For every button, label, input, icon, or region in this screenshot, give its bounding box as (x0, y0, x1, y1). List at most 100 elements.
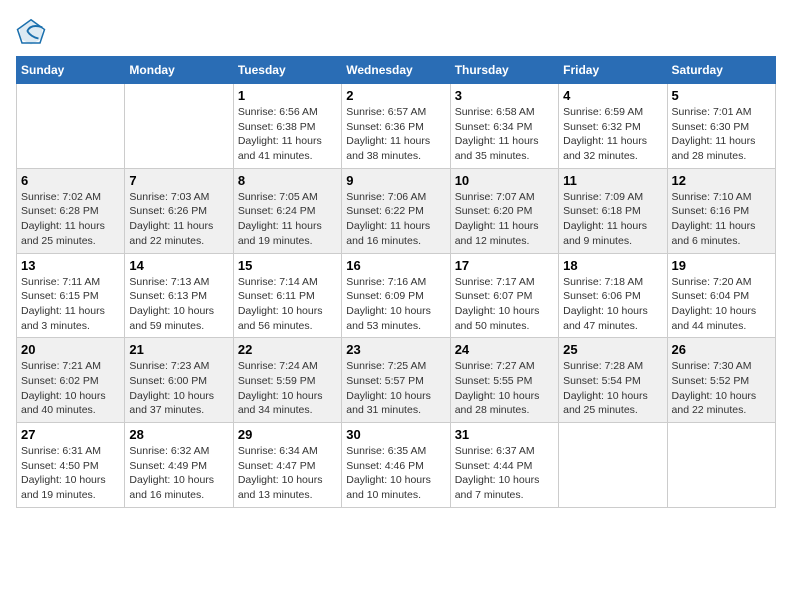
calendar-cell: 15Sunrise: 7:14 AMSunset: 6:11 PMDayligh… (233, 253, 341, 338)
day-info: Sunrise: 7:23 AMSunset: 6:00 PMDaylight:… (129, 359, 228, 418)
day-number: 13 (21, 258, 120, 273)
day-info: Sunrise: 6:31 AMSunset: 4:50 PMDaylight:… (21, 444, 120, 503)
calendar-cell: 5 Sunrise: 7:01 AMSunset: 6:30 PMDaylight… (667, 84, 775, 169)
calendar-cell (559, 423, 667, 508)
calendar-cell (125, 84, 233, 169)
day-info: Sunrise: 7:01 AMSunset: 6:30 PMDaylight:… (672, 105, 771, 164)
calendar-table: SundayMondayTuesdayWednesdayThursdayFrid… (16, 56, 776, 508)
calendar-cell: 22 Sunrise: 7:24 AMSunset: 5:59 PMDayligh… (233, 338, 341, 423)
day-number: 2 (346, 88, 445, 103)
calendar-cell: 13 Sunrise: 7:11 AMSunset: 6:15 PMDayligh… (17, 253, 125, 338)
day-info: Sunrise: 7:02 AMSunset: 6:28 PMDaylight:… (21, 190, 120, 249)
day-number: 26 (672, 342, 771, 357)
day-info: Sunrise: 7:13 AMSunset: 6:13 PMDaylight:… (129, 275, 228, 334)
day-number: 11 (563, 173, 662, 188)
calendar-cell: 16Sunrise: 7:16 AMSunset: 6:09 PMDayligh… (342, 253, 450, 338)
day-number: 14 (129, 258, 228, 273)
day-number: 22 (238, 342, 337, 357)
calendar-cell: 29 Sunrise: 6:34 AMSunset: 4:47 PMDayligh… (233, 423, 341, 508)
day-info: Sunrise: 7:20 AMSunset: 6:04 PMDaylight:… (672, 275, 771, 334)
calendar-cell: 24Sunrise: 7:27 AMSunset: 5:55 PMDayligh… (450, 338, 558, 423)
calendar-cell: 31 Sunrise: 6:37 AMSunset: 4:44 PMDayligh… (450, 423, 558, 508)
day-info: Sunrise: 7:17 AMSunset: 6:07 PMDaylight:… (455, 275, 554, 334)
day-number: 31 (455, 427, 554, 442)
calendar-cell: 1 Sunrise: 6:56 AMSunset: 6:38 PMDaylight… (233, 84, 341, 169)
day-number: 29 (238, 427, 337, 442)
day-number: 8 (238, 173, 337, 188)
calendar-cell (667, 423, 775, 508)
day-info: Sunrise: 6:58 AMSunset: 6:34 PMDaylight:… (455, 105, 554, 164)
calendar-cell: 6 Sunrise: 7:02 AMSunset: 6:28 PMDaylight… (17, 168, 125, 253)
day-info: Sunrise: 7:14 AMSunset: 6:11 PMDaylight:… (238, 275, 337, 334)
calendar-cell: 3 Sunrise: 6:58 AMSunset: 6:34 PMDaylight… (450, 84, 558, 169)
day-number: 5 (672, 88, 771, 103)
calendar-cell: 21Sunrise: 7:23 AMSunset: 6:00 PMDayligh… (125, 338, 233, 423)
day-number: 4 (563, 88, 662, 103)
calendar-cell: 8 Sunrise: 7:05 AMSunset: 6:24 PMDaylight… (233, 168, 341, 253)
day-info: Sunrise: 7:06 AMSunset: 6:22 PMDaylight:… (346, 190, 445, 249)
calendar-cell: 23 Sunrise: 7:25 AMSunset: 5:57 PMDayligh… (342, 338, 450, 423)
calendar-cell: 26 Sunrise: 7:30 AMSunset: 5:52 PMDayligh… (667, 338, 775, 423)
calendar-cell: 17 Sunrise: 7:17 AMSunset: 6:07 PMDayligh… (450, 253, 558, 338)
day-info: Sunrise: 7:16 AMSunset: 6:09 PMDaylight:… (346, 275, 445, 334)
calendar-cell: 28 Sunrise: 6:32 AMSunset: 4:49 PMDayligh… (125, 423, 233, 508)
day-number: 6 (21, 173, 120, 188)
calendar-cell: 20 Sunrise: 7:21 AMSunset: 6:02 PMDayligh… (17, 338, 125, 423)
calendar-cell: 12 Sunrise: 7:10 AMSunset: 6:16 PMDayligh… (667, 168, 775, 253)
day-number: 27 (21, 427, 120, 442)
calendar-cell: 7 Sunrise: 7:03 AMSunset: 6:26 PMDaylight… (125, 168, 233, 253)
day-header-friday: Friday (559, 57, 667, 84)
day-info: Sunrise: 6:57 AMSunset: 6:36 PMDaylight:… (346, 105, 445, 164)
logo (16, 16, 50, 46)
calendar-cell: 27 Sunrise: 6:31 AMSunset: 4:50 PMDayligh… (17, 423, 125, 508)
day-info: Sunrise: 7:18 AMSunset: 6:06 PMDaylight:… (563, 275, 662, 334)
day-info: Sunrise: 6:34 AMSunset: 4:47 PMDaylight:… (238, 444, 337, 503)
day-info: Sunrise: 7:09 AMSunset: 6:18 PMDaylight:… (563, 190, 662, 249)
calendar-cell: 9 Sunrise: 7:06 AMSunset: 6:22 PMDaylight… (342, 168, 450, 253)
day-info: Sunrise: 7:10 AMSunset: 6:16 PMDaylight:… (672, 190, 771, 249)
day-info: Sunrise: 6:37 AMSunset: 4:44 PMDaylight:… (455, 444, 554, 503)
day-number: 17 (455, 258, 554, 273)
day-info: Sunrise: 7:07 AMSunset: 6:20 PMDaylight:… (455, 190, 554, 249)
day-number: 9 (346, 173, 445, 188)
day-header-saturday: Saturday (667, 57, 775, 84)
day-number: 10 (455, 173, 554, 188)
day-info: Sunrise: 6:35 AMSunset: 4:46 PMDaylight:… (346, 444, 445, 503)
day-header-thursday: Thursday (450, 57, 558, 84)
calendar-cell: 10 Sunrise: 7:07 AMSunset: 6:20 PMDayligh… (450, 168, 558, 253)
day-number: 18 (563, 258, 662, 273)
day-info: Sunrise: 7:24 AMSunset: 5:59 PMDaylight:… (238, 359, 337, 418)
day-info: Sunrise: 7:28 AMSunset: 5:54 PMDaylight:… (563, 359, 662, 418)
day-number: 12 (672, 173, 771, 188)
calendar-cell: 14 Sunrise: 7:13 AMSunset: 6:13 PMDayligh… (125, 253, 233, 338)
day-number: 20 (21, 342, 120, 357)
day-header-monday: Monday (125, 57, 233, 84)
calendar-cell: 11 Sunrise: 7:09 AMSunset: 6:18 PMDayligh… (559, 168, 667, 253)
calendar-cell (17, 84, 125, 169)
day-number: 1 (238, 88, 337, 103)
day-info: Sunrise: 7:21 AMSunset: 6:02 PMDaylight:… (21, 359, 120, 418)
day-number: 23 (346, 342, 445, 357)
day-info: Sunrise: 7:05 AMSunset: 6:24 PMDaylight:… (238, 190, 337, 249)
day-info: Sunrise: 6:56 AMSunset: 6:38 PMDaylight:… (238, 105, 337, 164)
day-number: 28 (129, 427, 228, 442)
calendar-cell: 4Sunrise: 6:59 AMSunset: 6:32 PMDaylight… (559, 84, 667, 169)
day-header-tuesday: Tuesday (233, 57, 341, 84)
day-info: Sunrise: 7:30 AMSunset: 5:52 PMDaylight:… (672, 359, 771, 418)
day-info: Sunrise: 7:27 AMSunset: 5:55 PMDaylight:… (455, 359, 554, 418)
day-header-wednesday: Wednesday (342, 57, 450, 84)
calendar-cell: 25 Sunrise: 7:28 AMSunset: 5:54 PMDayligh… (559, 338, 667, 423)
day-number: 19 (672, 258, 771, 273)
calendar-cell: 18 Sunrise: 7:18 AMSunset: 6:06 PMDayligh… (559, 253, 667, 338)
day-number: 30 (346, 427, 445, 442)
day-info: Sunrise: 7:25 AMSunset: 5:57 PMDaylight:… (346, 359, 445, 418)
calendar-cell: 19 Sunrise: 7:20 AMSunset: 6:04 PMDayligh… (667, 253, 775, 338)
day-header-sunday: Sunday (17, 57, 125, 84)
calendar-cell: 2 Sunrise: 6:57 AMSunset: 6:36 PMDaylight… (342, 84, 450, 169)
day-info: Sunrise: 6:32 AMSunset: 4:49 PMDaylight:… (129, 444, 228, 503)
day-number: 25 (563, 342, 662, 357)
day-number: 7 (129, 173, 228, 188)
day-info: Sunrise: 7:03 AMSunset: 6:26 PMDaylight:… (129, 190, 228, 249)
day-number: 3 (455, 88, 554, 103)
day-info: Sunrise: 7:11 AMSunset: 6:15 PMDaylight:… (21, 275, 120, 334)
